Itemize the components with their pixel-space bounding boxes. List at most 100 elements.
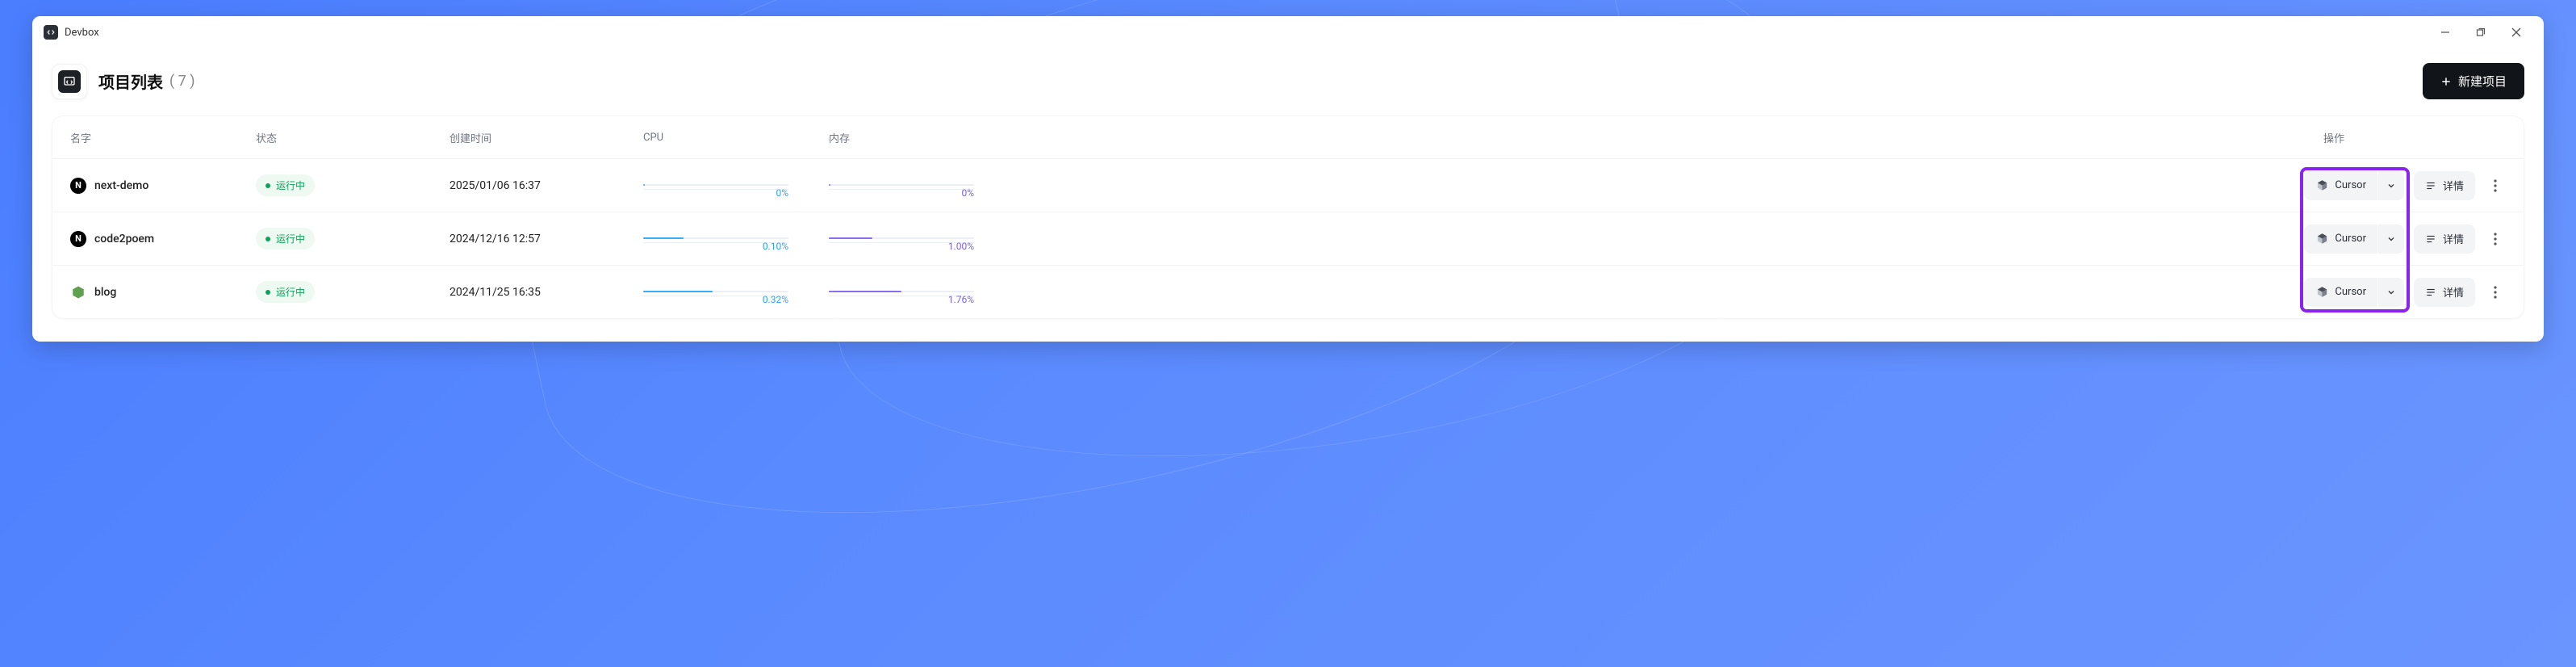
ide-launch-button[interactable]: Cursor [2304,224,2404,254]
created-cell: 2024/12/16 12:57 [450,233,643,245]
list-icon [2425,287,2436,298]
table-header: 名字 状态 创建时间 CPU 内存 操作 [52,116,2524,158]
status-dot-icon [266,183,270,188]
col-status: 状态 [256,130,450,145]
app-window: Devbox 项目列表 ( 7 ) 新建项目 [32,16,2544,342]
ide-launch-main[interactable]: Cursor [2304,171,2377,200]
project-name-cell[interactable]: N next-demo [70,178,256,194]
more-vertical-icon [2494,179,2497,192]
more-vertical-icon [2494,286,2497,299]
more-button[interactable] [2485,278,2506,307]
project-name: blog [94,286,116,299]
status-cell: 运行中 [256,228,450,250]
status-dot-icon [266,237,270,241]
cursor-icon [2315,179,2328,192]
window-minimize-button[interactable] [2429,23,2461,42]
page-header: 项目列表 ( 7 ) 新建项目 [52,63,2524,99]
content-area: 项目列表 ( 7 ) 新建项目 名字 状态 创建时间 CPU 内存 操作 N n… [32,48,2544,319]
memory-bar [829,291,901,292]
col-memory: 内存 [829,130,1031,145]
cursor-icon [2315,233,2328,245]
status-label: 运行中 [276,232,305,245]
ide-launch-dropdown[interactable] [2377,171,2404,200]
created-cell: 2025/01/06 16:37 [450,179,643,192]
nextjs-icon: N [70,178,86,194]
window-controls [2429,23,2532,42]
detail-button[interactable]: 详情 [2414,171,2475,200]
window-maximize-button[interactable] [2465,23,2497,42]
ops-cell: Cursor 详情 [1031,171,2506,200]
window-close-button[interactable] [2500,23,2532,42]
new-project-button-label: 新建项目 [2458,73,2507,90]
detail-label: 详情 [2443,284,2464,300]
status-cell: 运行中 [256,174,450,196]
new-project-button[interactable]: 新建项目 [2423,63,2524,99]
cpu-cell: 0.32% [643,287,829,296]
cpu-value: 0.10% [763,241,788,252]
more-vertical-icon [2494,233,2497,245]
project-name: code2poem [94,233,154,245]
cpu-cell: 0.10% [643,234,829,243]
memory-bar [829,237,872,239]
page-title: 项目列表 [98,69,163,93]
status-badge: 运行中 [256,281,315,303]
detail-label: 详情 [2443,231,2464,246]
titlebar: Devbox [32,16,2544,48]
list-icon [2425,233,2436,245]
project-name: next-demo [94,179,148,192]
status-badge: 运行中 [256,174,315,196]
cpu-bar [643,237,684,239]
col-cpu: CPU [643,132,829,144]
ops-cell: Cursor 详情 [1031,278,2506,307]
detail-button[interactable]: 详情 [2414,224,2475,254]
detail-button[interactable]: 详情 [2414,278,2475,307]
ide-label: Cursor [2335,179,2366,191]
ide-launch-dropdown[interactable] [2377,224,2404,254]
memory-cell: 1.76% [829,287,1031,296]
ide-launch-button[interactable]: Cursor [2304,171,2404,200]
nextjs-icon: N [70,231,86,247]
memory-value: 0% [961,187,974,199]
memory-cell: 1.00% [829,234,1031,243]
ide-label: Cursor [2335,286,2366,298]
project-name-cell[interactable]: blog [70,284,256,300]
chevron-down-icon [2386,181,2396,191]
ide-launch-main[interactable]: Cursor [2304,224,2377,254]
cpu-bar [643,184,645,186]
project-name-cell[interactable]: N code2poem [70,231,256,247]
cursor-icon [2315,286,2328,299]
cpu-cell: 0% [643,181,829,190]
ide-label: Cursor [2335,233,2366,245]
chevron-down-icon [2386,287,2396,297]
more-button[interactable] [2485,224,2506,254]
ide-launch-main[interactable]: Cursor [2304,278,2377,307]
status-badge: 运行中 [256,228,315,250]
status-label: 运行中 [276,178,305,192]
memory-value: 1.76% [948,294,974,305]
list-icon [2425,180,2436,191]
window-title: Devbox [65,27,99,39]
project-count: ( 7 ) [169,73,194,90]
col-created: 创建时间 [450,130,643,145]
more-button[interactable] [2485,171,2506,200]
ops-cell: Cursor 详情 [1031,224,2506,254]
col-ops: 操作 [1031,130,2506,145]
nodejs-icon [70,284,86,300]
cpu-value: 0.32% [763,294,788,305]
status-label: 运行中 [276,285,305,299]
cpu-bar [643,291,713,292]
memory-value: 1.00% [948,241,974,252]
memory-bar [829,184,830,186]
table-row: blog 运行中 2024/11/25 16:35 0.32% [52,265,2524,318]
ide-launch-dropdown[interactable] [2377,278,2404,307]
memory-cell: 0% [829,181,1031,190]
project-list-icon [52,64,87,99]
col-name: 名字 [70,130,256,145]
table-row: N next-demo 运行中 2025/01/06 16:37 0% [52,158,2524,212]
chevron-down-icon [2386,234,2396,244]
ide-launch-button[interactable]: Cursor [2304,278,2404,307]
status-dot-icon [266,290,270,295]
detail-label: 详情 [2443,178,2464,193]
created-cell: 2024/11/25 16:35 [450,286,643,299]
status-cell: 运行中 [256,281,450,303]
